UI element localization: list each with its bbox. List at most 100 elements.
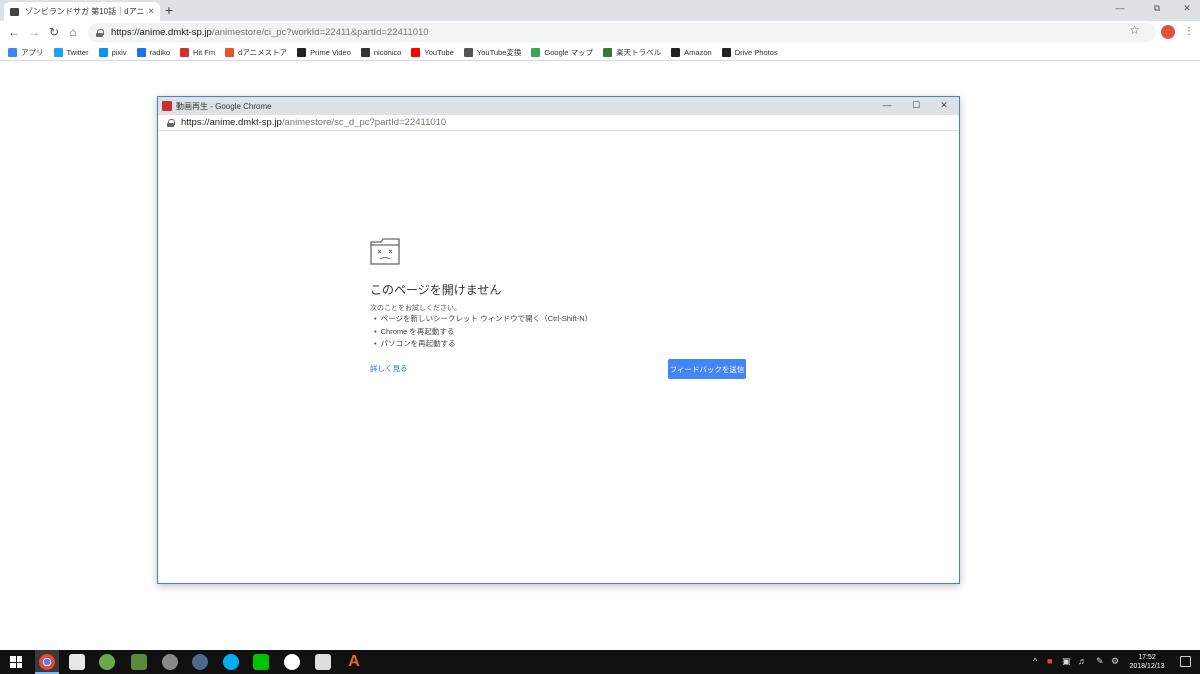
bookmark-favicon-icon bbox=[360, 47, 370, 57]
minimize-icon[interactable]: — bbox=[1113, 3, 1127, 13]
network-icon[interactable]: ▣ bbox=[1062, 656, 1071, 667]
popup-close-icon[interactable]: ✕ bbox=[938, 100, 950, 111]
bookmark-item[interactable]: Google マップ bbox=[531, 47, 593, 58]
bookmark-favicon-icon bbox=[53, 47, 63, 57]
popup-window: 動画再生 - Google Chrome — ☐ ✕ https://anime… bbox=[157, 96, 960, 584]
bookmark-star-icon[interactable]: ☆ bbox=[1129, 23, 1140, 37]
notification-icon[interactable] bbox=[1180, 656, 1191, 667]
tray-settings-icon[interactable]: ⚙ bbox=[1111, 656, 1119, 667]
popup-maximize-icon[interactable]: ☐ bbox=[910, 100, 922, 111]
bookmark-label: pixiv bbox=[111, 47, 127, 57]
tab-close-icon[interactable]: × bbox=[148, 6, 154, 17]
bookmark-favicon-icon bbox=[671, 47, 681, 57]
bookmark-label: Amazon bbox=[684, 47, 712, 57]
popup-url-host: https://anime.dmkt-sp.jp bbox=[181, 117, 282, 128]
menu-icon[interactable]: ⋮ bbox=[1184, 26, 1194, 37]
bookmark-item[interactable]: pixiv bbox=[98, 47, 127, 57]
suggestion-item: ページを新しいシークレット ウィンドウで開く（Ctrl-Shift-N） bbox=[374, 313, 593, 326]
browser-toolbar: ← → ↻ ⌂ https://anime.dmkt-sp.jp /animes… bbox=[0, 21, 1200, 44]
suggestion-item: Chrome を再起動する bbox=[374, 326, 592, 339]
bookmark-favicon-icon bbox=[531, 47, 541, 57]
bookmarks-bar: アプリ Twitter pixiv radiko Hit Fm dアニメストア Prime … bbox=[0, 44, 1200, 61]
itunes-icon[interactable] bbox=[284, 654, 300, 670]
browser-tab[interactable]: ゾンビランドサガ 第10話｜dアニメス × bbox=[4, 2, 160, 21]
error-heading: このページを開けません bbox=[370, 283, 502, 297]
bookmark-favicon-icon bbox=[411, 47, 421, 57]
app-icon-5[interactable] bbox=[192, 654, 208, 670]
bookmark-item[interactable]: YouTube bbox=[411, 47, 454, 57]
error-intro: 次のことをお試しください。 bbox=[370, 305, 461, 312]
app-icon-1[interactable] bbox=[69, 654, 85, 670]
bookmark-favicon-icon bbox=[98, 47, 108, 57]
bookmark-label: Twitter bbox=[66, 47, 89, 57]
bookmark-favicon-icon bbox=[721, 47, 731, 57]
bookmark-item[interactable]: Prime Video bbox=[297, 47, 351, 57]
taskbar-clock[interactable]: 17:52 2018/12/13 bbox=[1122, 653, 1172, 671]
tab-favicon-icon bbox=[10, 7, 19, 16]
bookmark-label: YouTube bbox=[424, 47, 454, 57]
bookmark-label: YouTube変換 bbox=[476, 47, 522, 57]
bookmark-item[interactable]: radiko bbox=[136, 47, 171, 57]
popup-url-path: /animestore/sc_d_pc?partId=22411010 bbox=[281, 117, 447, 128]
clock-time: 17:52 bbox=[1138, 654, 1156, 661]
new-tab-button[interactable]: + bbox=[162, 3, 176, 17]
tray-app-icon[interactable]: ■ bbox=[1047, 656, 1052, 666]
bookmark-item[interactable]: Twitter bbox=[53, 47, 89, 57]
taskbar: A ^ ■ ▣ ♬ ✎ ⚙ 17:52 2018/12/13 bbox=[0, 650, 1200, 674]
forward-icon[interactable]: → bbox=[27, 25, 41, 39]
bookmark-item[interactable]: Drive Photos bbox=[721, 47, 778, 57]
restore-icon[interactable]: ⧉ bbox=[1150, 3, 1164, 14]
app-icon-4[interactable] bbox=[162, 654, 178, 670]
profile-avatar[interactable] bbox=[1161, 25, 1175, 39]
lock-icon bbox=[96, 28, 104, 37]
send-feedback-button[interactable]: フィードバックを送信 bbox=[668, 359, 746, 379]
windows-start-icon[interactable] bbox=[10, 656, 22, 668]
app-icon-2[interactable] bbox=[99, 654, 115, 670]
bookmark-label: 楽天トラベル bbox=[616, 47, 662, 57]
url-path: /animestore/ci_pc?workId=22411&partId=22… bbox=[211, 27, 429, 38]
popup-address-bar: https://anime.dmkt-sp.jp /animestore/sc_… bbox=[158, 115, 959, 131]
app-a-icon[interactable]: A bbox=[346, 654, 362, 670]
line-icon[interactable] bbox=[253, 654, 269, 670]
tray-chevron-icon[interactable]: ^ bbox=[1033, 656, 1037, 666]
bookmark-favicon-icon bbox=[8, 47, 17, 57]
bookmark-item[interactable]: niconico bbox=[360, 47, 401, 57]
bookmark-item[interactable]: 楽天トラベル bbox=[603, 47, 661, 58]
bookmark-favicon-icon bbox=[603, 47, 613, 57]
bookmark-label: radiko bbox=[149, 47, 171, 57]
url-host: https://anime.dmkt-sp.jp bbox=[111, 27, 212, 38]
suggestion-list: ページを新しいシークレット ウィンドウで開く（Ctrl-Shift-N） Chr… bbox=[374, 313, 593, 351]
bookmark-label: Prime Video bbox=[310, 47, 351, 57]
pen-icon[interactable]: ✎ bbox=[1096, 656, 1104, 667]
sevenzip-icon[interactable] bbox=[315, 654, 331, 670]
bookmark-label: Google マップ bbox=[544, 47, 594, 57]
bookmark-favicon-icon bbox=[180, 47, 190, 57]
app-icon-3[interactable] bbox=[131, 654, 147, 670]
popup-lock-icon bbox=[167, 118, 175, 127]
bookmark-item[interactable]: Hit Fm bbox=[180, 47, 215, 57]
reload-icon[interactable]: ↻ bbox=[47, 25, 61, 39]
home-icon[interactable]: ⌂ bbox=[66, 25, 80, 39]
bookmark-label: アプリ bbox=[21, 47, 44, 57]
tab-strip: ゾンビランドサガ 第10話｜dアニメス × + — ⧉ ✕ bbox=[0, 0, 1200, 21]
popup-favicon-icon bbox=[162, 101, 172, 111]
bookmark-favicon-icon bbox=[225, 47, 235, 57]
bookmark-item[interactable]: アプリ bbox=[8, 47, 44, 58]
bookmark-item[interactable]: YouTube変換 bbox=[463, 47, 522, 58]
bookmark-label: dアニメストア bbox=[238, 47, 288, 57]
address-bar[interactable]: https://anime.dmkt-sp.jp /animestore/ci_… bbox=[88, 23, 1156, 42]
skype-icon[interactable] bbox=[223, 654, 239, 670]
window-close-icon[interactable]: ✕ bbox=[1180, 3, 1194, 14]
volume-icon[interactable]: ♬ bbox=[1078, 656, 1087, 666]
bookmark-label: Drive Photos bbox=[734, 47, 778, 57]
bookmark-item[interactable]: dアニメストア bbox=[225, 47, 287, 58]
bookmark-favicon-icon bbox=[297, 47, 307, 57]
chrome-icon[interactable] bbox=[39, 654, 55, 670]
clock-date: 2018/12/13 bbox=[1129, 663, 1165, 670]
sad-tab-icon bbox=[370, 238, 400, 265]
bookmark-item[interactable]: Amazon bbox=[671, 47, 712, 57]
learn-more-link[interactable]: 詳しく見る bbox=[370, 363, 408, 374]
popup-minimize-icon[interactable]: — bbox=[881, 100, 893, 110]
bookmark-favicon-icon bbox=[136, 47, 146, 57]
back-icon[interactable]: ← bbox=[7, 25, 21, 39]
